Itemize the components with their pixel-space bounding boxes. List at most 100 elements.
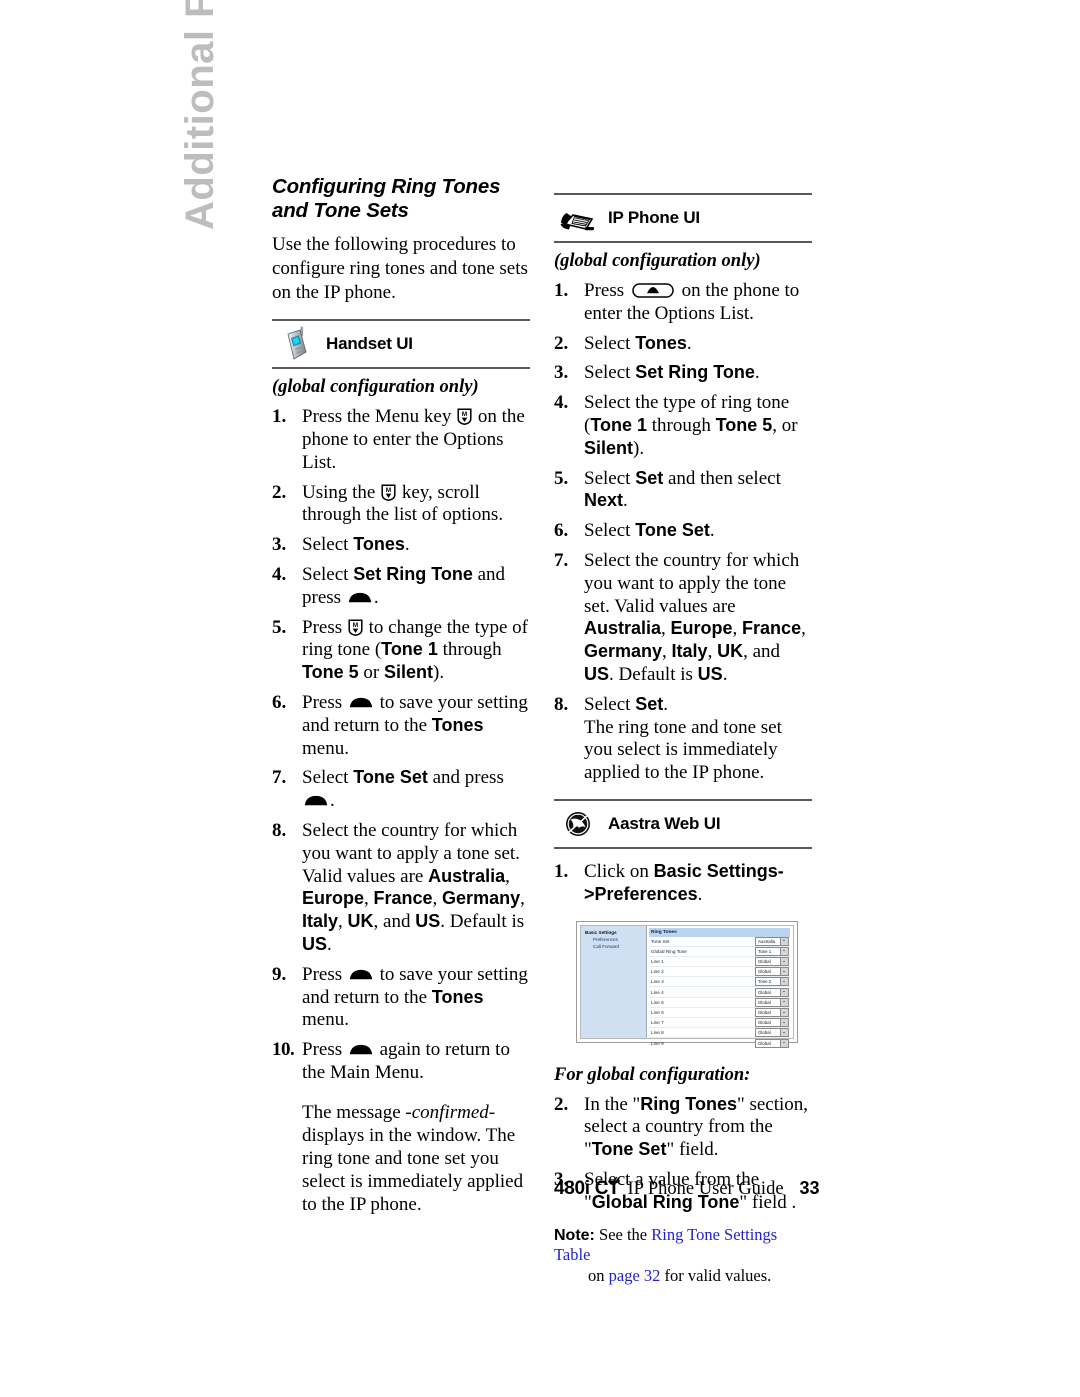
step-item: 1. Press the Menu key M on the phone to e… [272, 406, 530, 474]
step-number: 9. [272, 963, 287, 985]
divider-bottom [554, 846, 812, 849]
country-germany: Germany [442, 888, 521, 909]
line-7-select[interactable]: Global [755, 1018, 789, 1028]
line-4-select[interactable]: Global [755, 987, 789, 997]
svg-text:M: M [462, 411, 467, 418]
sep: . Default is [609, 663, 698, 685]
line-8-select[interactable]: Global [755, 1028, 789, 1038]
row-label: Line 1 [651, 959, 664, 964]
page-footer: 480i CT IP Phone User Guide 33 [554, 1176, 854, 1200]
sidebar-item-preferences[interactable]: Preferences [585, 936, 646, 943]
step-text: Select [584, 693, 636, 715]
sep: , [801, 618, 806, 640]
step-item: 5. Press M to change the type of ring ton… [272, 617, 530, 685]
line-6-select[interactable]: Global [755, 1007, 789, 1017]
dome-key-icon [349, 1039, 373, 1055]
chevron-down-icon[interactable] [780, 1008, 788, 1016]
chevron-down-icon[interactable] [780, 958, 788, 965]
handset-ui-header: Handset UI [272, 321, 530, 367]
line-5-select[interactable]: Global [755, 997, 789, 1007]
dome-key-icon [348, 587, 372, 602]
step-text-cont: . [754, 362, 760, 384]
step-text: Select [584, 362, 636, 384]
table-row: Line 1 Global [649, 957, 790, 968]
line-2-select[interactable]: Global [755, 967, 789, 977]
chevron-down-icon[interactable] [780, 947, 788, 955]
select-value: Global [758, 1030, 771, 1036]
sep: , and [743, 641, 781, 663]
row-label: Line 6 [651, 1009, 664, 1015]
step-text: Press [584, 280, 629, 301]
note-block: Note: See the Ring Tone Settings Table o… [554, 1225, 812, 1287]
chevron-down-icon[interactable] [780, 968, 788, 976]
step-number: 2. [554, 1093, 569, 1115]
step-emphasis: Tones [431, 986, 484, 1007]
step-emphasis: Tones [431, 714, 484, 735]
step-emphasis-2: Tone 5 [302, 662, 359, 683]
chevron-down-icon[interactable] [780, 1039, 788, 1047]
chevron-down-icon[interactable] [780, 988, 788, 996]
chevron-down-icon[interactable] [780, 937, 788, 945]
footer-guide-title: IP Phone User Guide [627, 1179, 784, 1199]
global-ring-tone-select[interactable]: Tone 1 [755, 946, 789, 956]
row-label: Line 9 [651, 1040, 664, 1046]
step-text: Press [302, 963, 347, 985]
global-config-heading: For global configuration: [554, 1064, 751, 1085]
chevron-down-icon[interactable] [780, 1019, 788, 1027]
step-text: Using the [302, 481, 381, 503]
handset-steps-list: 1. Press the Menu key M on the phone to e… [272, 406, 530, 1085]
chevron-down-icon[interactable] [780, 998, 788, 1006]
step-text: Select the country for which you want to… [584, 549, 800, 617]
row-label: Line 5 [651, 999, 664, 1005]
line-9-select[interactable]: Global [755, 1038, 789, 1048]
table-row: Line 7 Global [649, 1018, 790, 1029]
row-label: Line 2 [651, 969, 664, 975]
field-tone-set: Tone Set [591, 1139, 667, 1160]
table-row: Tone Set Australia [649, 936, 790, 947]
step-item: 7. Select Tone Set and press . [272, 767, 530, 813]
chevron-down-icon[interactable] [780, 1029, 788, 1037]
softkey-next: Next [584, 490, 624, 511]
step-item: 6. Select Tone Set. [554, 520, 812, 543]
step-item: 6. Press to save your setting and return … [272, 692, 530, 760]
divider-bottom [272, 367, 530, 370]
link-page-32[interactable]: page 32 [609, 1266, 661, 1285]
table-row: Line 6 Global [649, 1007, 790, 1019]
right-column: IP Phone UI (global configuration only) … [554, 175, 812, 1286]
step-text-cont: . [697, 883, 703, 905]
step-text-cont: . [373, 586, 379, 608]
section-intro: Use the following procedures to configur… [272, 234, 528, 304]
country-italy: Italy [302, 911, 339, 932]
step-text: In the " [584, 1093, 641, 1115]
page-title: Configuring Ring Tones and Tone Sets [272, 175, 501, 223]
confirmed-emphasis: -confirmed- [405, 1101, 496, 1123]
line-3-select[interactable]: Tone 2 [755, 977, 789, 987]
chevron-down-icon[interactable] [780, 978, 788, 986]
step-item: 8. Select the country for which you want … [272, 820, 530, 957]
ip-phone-ui-block: IP Phone UI [554, 193, 812, 243]
field-ring-tones: Ring Tones [640, 1093, 737, 1114]
country-italy: Italy [671, 641, 708, 662]
step-item: 3. Select Tones. [272, 534, 530, 557]
country-germany: Germany [584, 641, 663, 662]
closing-text-a: The message [302, 1101, 406, 1123]
menu-key-icon: M [348, 619, 363, 636]
step-text-cont: . [709, 520, 715, 542]
country-france: France [742, 618, 802, 639]
dome-key-icon [349, 692, 373, 708]
table-row: Line 3 Tone 2 [649, 977, 790, 988]
tone-set-select[interactable]: Australia [755, 936, 789, 946]
step-number: 1. [272, 406, 287, 428]
wireless-antenna-icon [609, 1169, 621, 1185]
step-item: 2. In the "Ring Tones" section, select a … [554, 1094, 812, 1162]
step-number: 2. [272, 481, 287, 503]
country-europe: Europe [670, 618, 733, 639]
step-item: 2. Using the M key, scroll through the li… [272, 482, 530, 528]
web-ui-sidebar[interactable]: Basic Settings Preferences Call Forward [581, 925, 647, 1038]
sidebar-item-call-forward[interactable]: Call Forward [585, 943, 646, 950]
row-label: Line 7 [651, 1020, 664, 1026]
tone-silent: Silent [584, 437, 634, 458]
step-number: 4. [272, 563, 287, 585]
step-item: 9. Press to save your setting and return … [272, 964, 530, 1032]
line-1-select[interactable]: Global [755, 957, 789, 966]
